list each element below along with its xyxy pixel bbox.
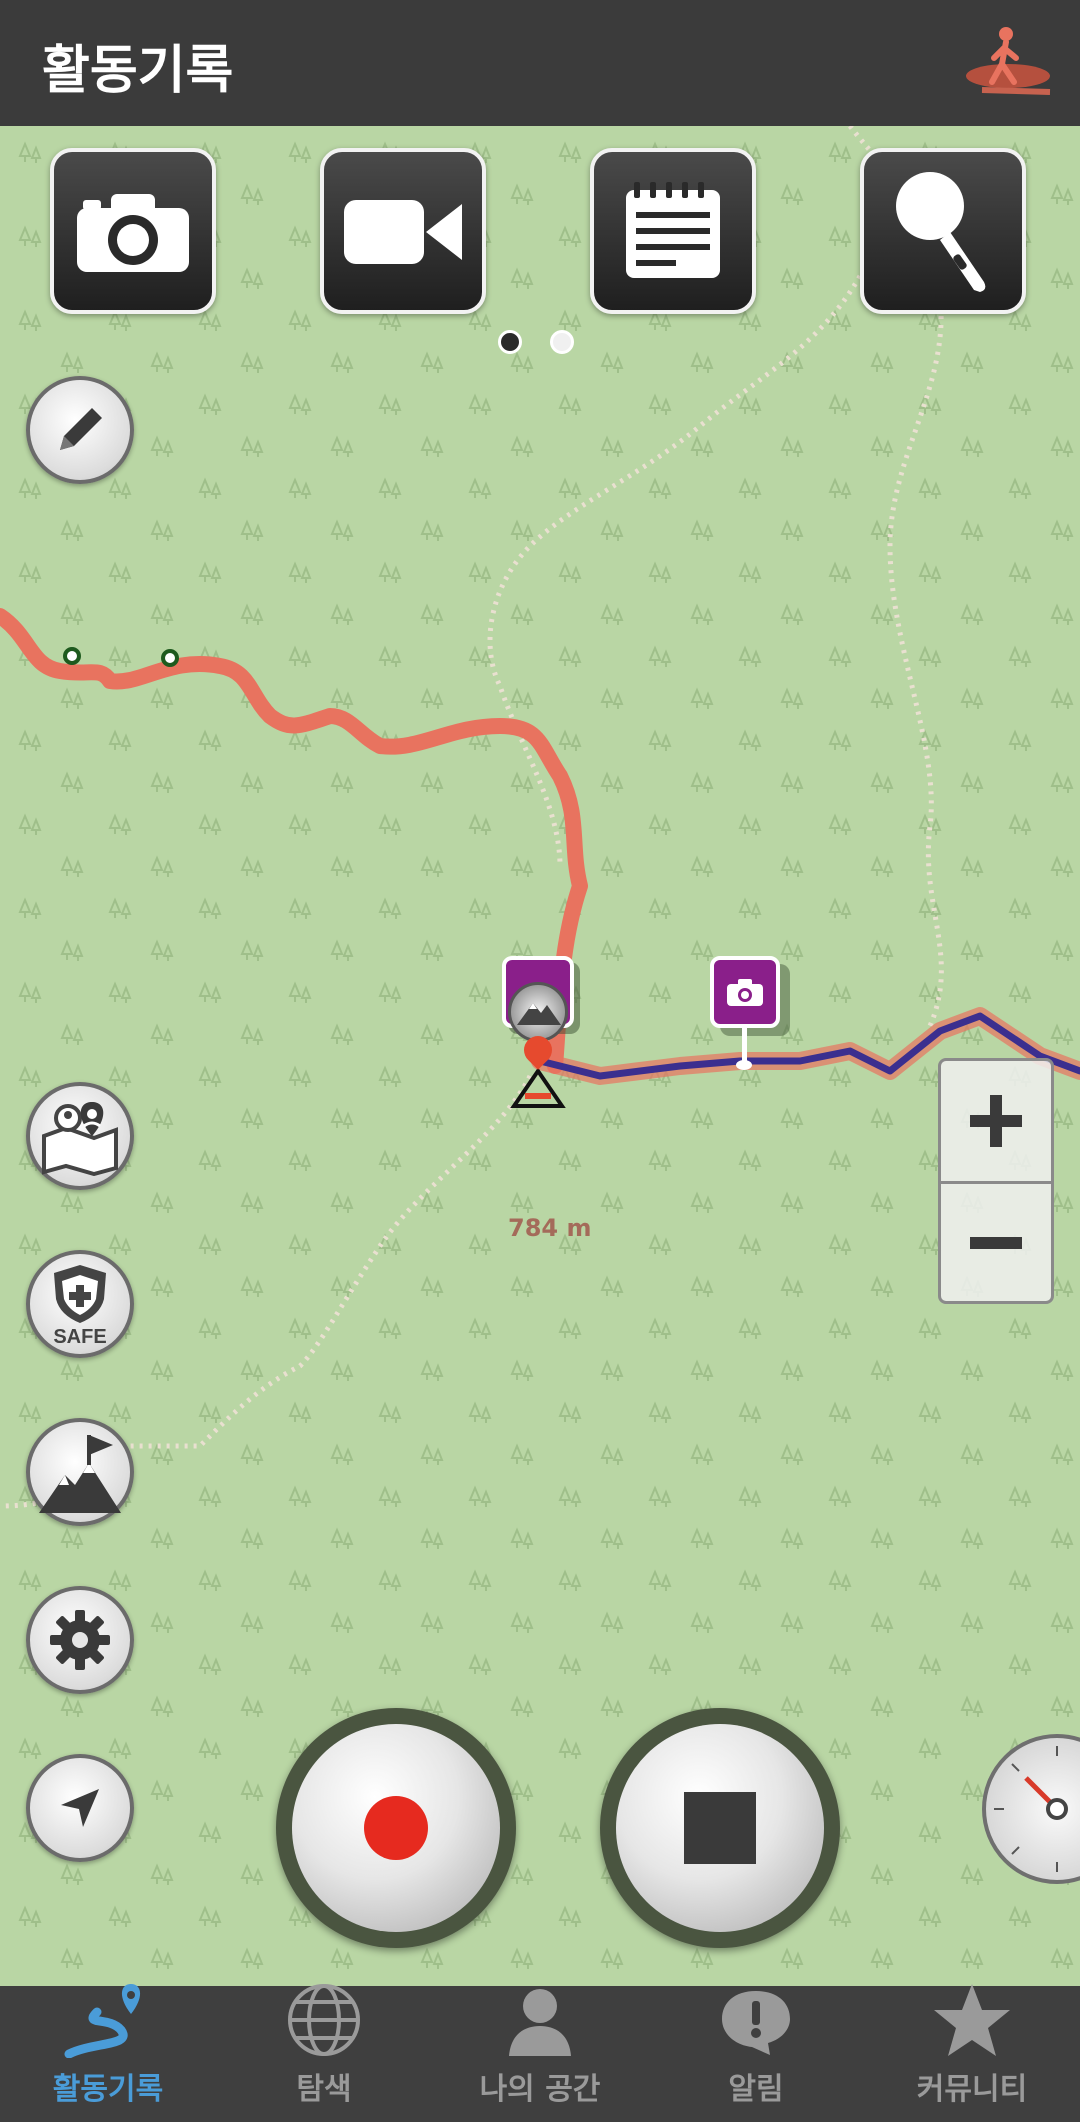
person-icon (509, 1989, 571, 2056)
edit-button[interactable] (26, 376, 134, 484)
waypoint-marker[interactable] (161, 649, 179, 667)
zoom-control (938, 1058, 1054, 1304)
gear-icon (50, 1610, 110, 1670)
plus-icon (970, 1095, 1022, 1147)
globe-icon (288, 1984, 360, 2056)
safe-shield-icon: SAFE (53, 1265, 107, 1347)
nav-alerts[interactable]: 알림 (648, 1986, 864, 2122)
nav-label: 커뮤니티 (916, 2072, 1028, 2107)
svg-text:SAFE: SAFE (53, 1326, 106, 1347)
map-people-icon (42, 1102, 118, 1176)
elevation-label: 784 m (508, 1214, 592, 1242)
minus-icon (970, 1236, 1022, 1249)
stop-icon (684, 1792, 756, 1864)
bottom-navigation: 활동기록 탐색 나의 공간 알림 커뮤니티 (0, 1984, 1080, 2122)
map-share-button[interactable] (26, 1082, 134, 1190)
compass-dial[interactable] (982, 1734, 1080, 1884)
zoom-in-button[interactable] (941, 1061, 1051, 1181)
nav-community[interactable]: 커뮤니티 (864, 1984, 1080, 2122)
settings-button[interactable] (26, 1586, 134, 1694)
route-icon (64, 1984, 141, 2058)
hiker-icon[interactable] (962, 20, 1054, 104)
notepad-icon (626, 182, 720, 278)
camera-button[interactable] (50, 148, 216, 314)
nav-my-space[interactable]: 나의 공간 (432, 1986, 648, 2122)
nav-label: 활동기록 (52, 2072, 164, 2107)
memo-button[interactable] (590, 148, 756, 314)
pencil-icon (60, 408, 102, 450)
mountain-flag-icon (39, 1435, 121, 1513)
star-icon (934, 1984, 1010, 2056)
camera-icon (77, 194, 189, 272)
nav-label: 탐색 (296, 2072, 352, 2107)
zoom-out-button[interactable] (941, 1181, 1051, 1301)
summit-flag-button[interactable] (26, 1418, 134, 1526)
video-button[interactable] (320, 148, 486, 314)
nav-label: 알림 (728, 2072, 784, 2107)
record-button[interactable] (276, 1708, 516, 1948)
page-title: 활동기록 (42, 41, 234, 101)
page-dot-active[interactable] (498, 330, 522, 354)
record-icon (364, 1796, 428, 1860)
navigation-arrow-icon (61, 1789, 99, 1827)
map-view[interactable]: 784 m 200m (0, 126, 1080, 1986)
camera-icon (727, 979, 763, 1006)
safe-button[interactable]: SAFE (26, 1250, 134, 1358)
stop-button[interactable] (600, 1708, 840, 1948)
nav-explore[interactable]: 탐색 (216, 1984, 432, 2122)
alert-bubble-icon (722, 1991, 790, 2055)
photo-poi-marker[interactable] (710, 956, 780, 1028)
voice-record-button[interactable] (860, 148, 1026, 314)
app-header: 활동기록 (0, 0, 1080, 126)
mountain-poi-icon[interactable] (508, 982, 568, 1042)
compass-icon (994, 1746, 1068, 1872)
nav-label: 나의 공간 (479, 2072, 601, 2107)
page-dot[interactable] (550, 330, 574, 354)
nav-activity-log[interactable]: 활동기록 (0, 1984, 216, 2122)
waypoint-marker[interactable] (63, 647, 81, 665)
my-location-button[interactable] (26, 1754, 134, 1862)
video-camera-icon (344, 200, 462, 264)
microphone-icon (896, 172, 986, 292)
